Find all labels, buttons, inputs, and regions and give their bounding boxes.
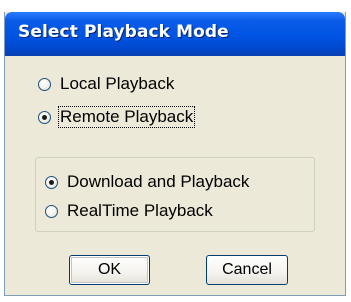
radio-download-and-playback[interactable]: Download and Playback — [45, 172, 250, 192]
radio-label-local-playback: Local Playback — [60, 74, 175, 93]
radio-circle[interactable] — [38, 77, 51, 91]
radio-label-remote-playback: Remote Playback — [57, 106, 196, 128]
radio-realtime-playback[interactable]: RealTime Playback — [45, 201, 214, 221]
radio-circle-selected[interactable] — [38, 110, 51, 124]
cancel-button[interactable]: Cancel — [206, 255, 288, 285]
radio-local-playback[interactable]: Local Playback — [38, 74, 175, 94]
title-bar[interactable]: Select Playback Mode — [5, 12, 345, 56]
dialog-title: Select Playback Mode — [18, 22, 229, 42]
ok-button[interactable]: OK — [69, 255, 150, 285]
playback-mode-dialog: Select Playback Mode Local Playback Remo… — [4, 12, 346, 296]
radio-label-download-and-playback: Download and Playback — [67, 172, 250, 191]
radio-label-realtime-playback: RealTime Playback — [67, 201, 213, 220]
radio-remote-playback[interactable]: Remote Playback — [38, 106, 196, 128]
radio-circle[interactable] — [45, 204, 58, 218]
radio-circle-selected[interactable] — [45, 175, 58, 189]
